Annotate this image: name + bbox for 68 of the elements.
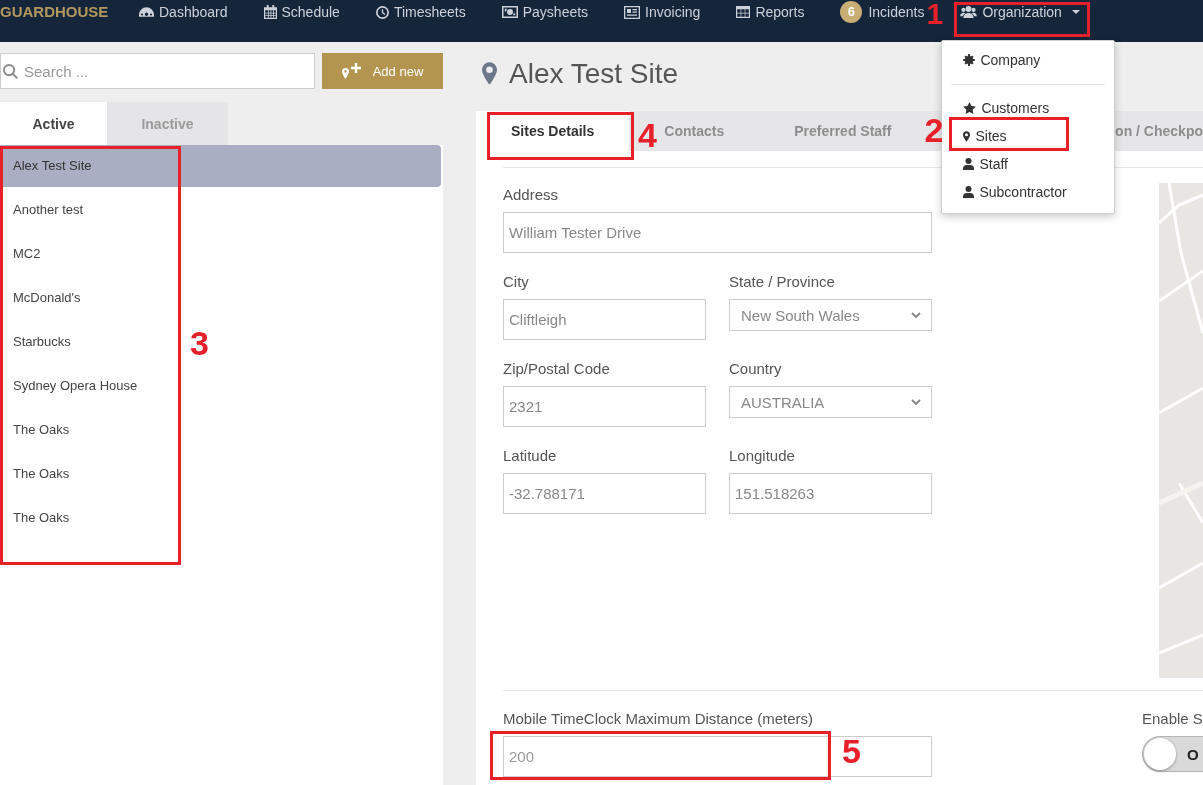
field-label: State / Province bbox=[729, 273, 835, 291]
site-list-item[interactable]: The Oaks bbox=[0, 409, 83, 451]
menu-item[interactable]: Subcontractor bbox=[963, 184, 1067, 200]
search-icon bbox=[3, 64, 18, 79]
users-icon bbox=[960, 6, 978, 18]
logo-text: GUARDHOUSE bbox=[0, 2, 107, 22]
newspaper-icon bbox=[624, 5, 641, 19]
nav-link[interactable]: Organization bbox=[960, 4, 1080, 20]
field-label: Latitude bbox=[503, 447, 557, 465]
pin-plus-icon bbox=[341, 63, 361, 79]
menu-item[interactable]: Company bbox=[963, 52, 1041, 68]
menu-item[interactable]: Staff bbox=[963, 156, 1008, 172]
calendar-icon bbox=[263, 5, 277, 19]
table-icon bbox=[736, 6, 751, 18]
user-icon bbox=[963, 158, 975, 170]
field-label: Address bbox=[503, 186, 559, 204]
pin-icon bbox=[482, 62, 497, 85]
banknote-icon bbox=[501, 6, 518, 18]
nav-link[interactable]: 6 Incidents bbox=[840, 1, 925, 23]
page-title: Alex Test Site bbox=[509, 57, 679, 90]
field-label: Mobile TimeClock Maximum Distance (meters) bbox=[503, 710, 814, 728]
toggle-switch[interactable]: O bbox=[1142, 736, 1203, 772]
select-field[interactable]: AUSTRALIA bbox=[729, 386, 932, 418]
site-list-item[interactable]: Sydney Opera House bbox=[0, 365, 151, 407]
gear-icon bbox=[963, 54, 976, 66]
user-icon bbox=[963, 186, 975, 198]
text-field[interactable]: -32.788171 bbox=[503, 473, 706, 514]
nav-link[interactable]: Dashboard bbox=[139, 4, 228, 20]
select-field[interactable]: New South Wales bbox=[729, 299, 932, 331]
chevron-icon bbox=[911, 312, 921, 318]
field-label: Country bbox=[729, 360, 782, 378]
nav-link[interactable]: Schedule bbox=[263, 4, 340, 20]
pin-icon bbox=[963, 130, 971, 142]
chevron-icon bbox=[911, 399, 921, 405]
site-list-item[interactable]: Alex Test Site bbox=[0, 145, 441, 187]
text-field[interactable]: 2321 bbox=[503, 386, 706, 427]
star-icon bbox=[963, 102, 977, 114]
field-label: Zip/Postal Code bbox=[503, 360, 610, 378]
field-label: City bbox=[503, 273, 529, 291]
count-badge: 6 bbox=[840, 1, 863, 23]
callout-number: 2 bbox=[924, 113, 944, 147]
callout-number: 5 bbox=[842, 734, 861, 768]
nav-link[interactable]: Reports bbox=[736, 4, 805, 20]
callout-number: 4 bbox=[638, 118, 657, 152]
nav-link[interactable]: Paysheets bbox=[501, 4, 589, 20]
site-list-item[interactable]: The Oaks bbox=[0, 497, 83, 539]
site-list-item[interactable]: The Oaks bbox=[0, 453, 83, 495]
nav-link[interactable]: Timesheets bbox=[375, 4, 466, 20]
field-label: Enable S bbox=[1142, 710, 1203, 728]
site-list-item[interactable]: Another test bbox=[0, 189, 97, 231]
callout-number: 3 bbox=[190, 326, 209, 360]
nav-link[interactable]: Invoicing bbox=[624, 4, 701, 20]
clock-icon bbox=[375, 5, 389, 19]
address-field[interactable]: William Tester Drive bbox=[503, 212, 932, 253]
site-list-item[interactable]: MC2 bbox=[0, 233, 54, 275]
tab[interactable]: Sites Details bbox=[476, 111, 630, 151]
text-field[interactable]: 151.518263 bbox=[729, 473, 932, 514]
tab[interactable]: Active bbox=[0, 102, 107, 145]
callout-number: 1 bbox=[926, 0, 944, 29]
site-list-item[interactable]: McDonald's bbox=[0, 277, 94, 319]
site-list-item[interactable]: Starbucks bbox=[0, 321, 84, 363]
search-field[interactable]: Search ... bbox=[0, 53, 315, 89]
field-label: Longitude bbox=[729, 447, 795, 465]
menu-item[interactable]: Sites bbox=[963, 128, 1007, 144]
gauge-icon bbox=[139, 7, 154, 17]
text-field[interactable]: Cliftleigh bbox=[503, 299, 706, 340]
menu-item[interactable]: Customers bbox=[963, 100, 1050, 116]
caret-icon bbox=[1071, 10, 1080, 14]
